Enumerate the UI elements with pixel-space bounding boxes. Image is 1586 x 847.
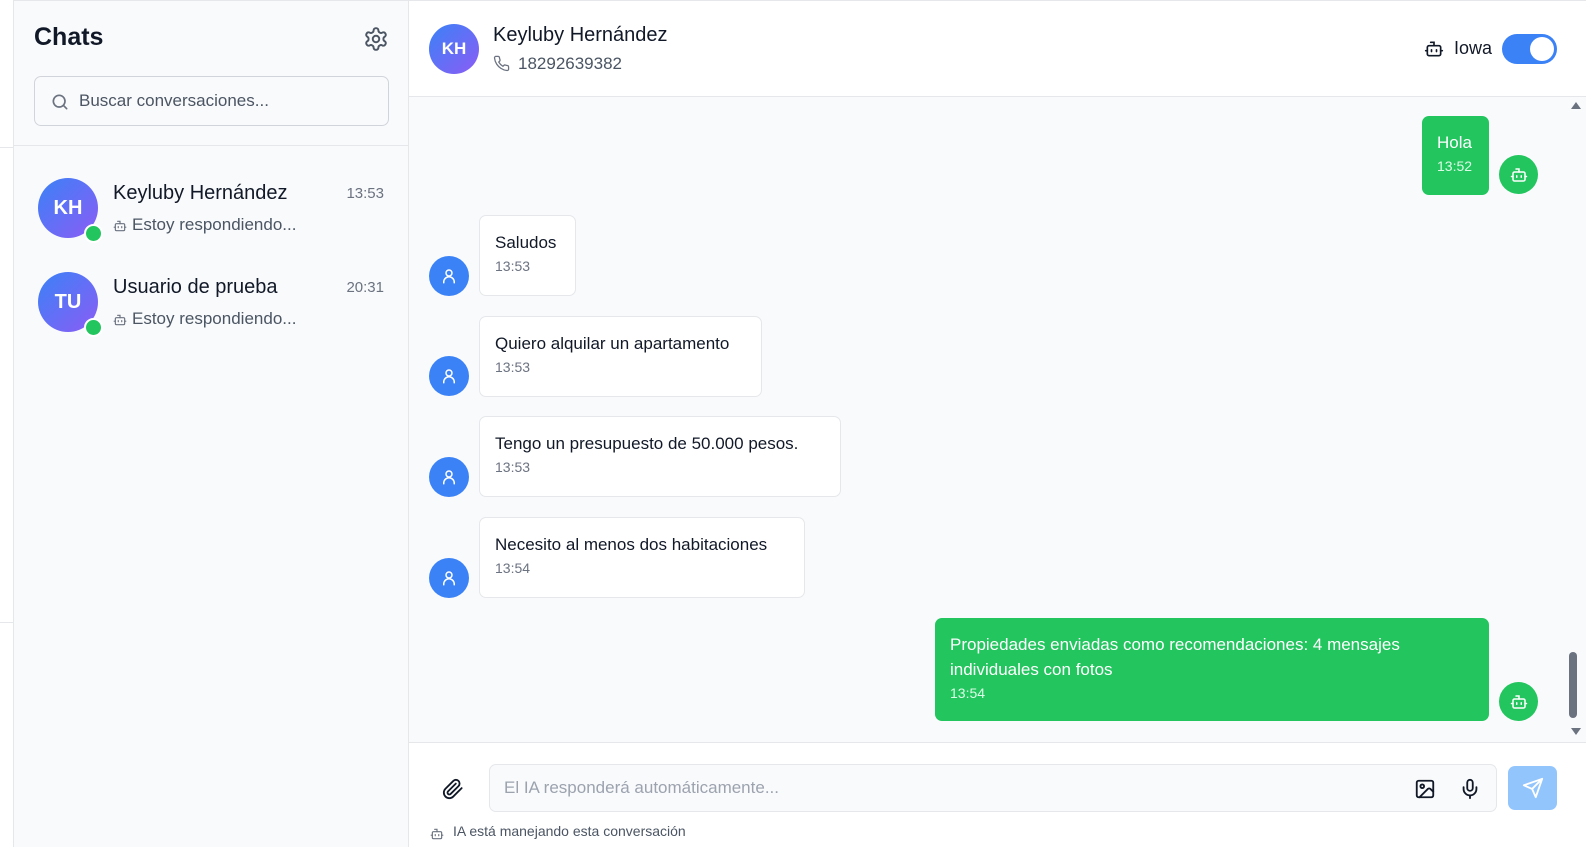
message-text: Tengo un presupuesto de 50.000 pesos. [495, 434, 799, 453]
bot-icon [430, 827, 444, 841]
bot-avatar [1499, 682, 1538, 721]
conversation-preview: Estoy respondiendo... [132, 309, 297, 328]
left-edge-panel [0, 0, 14, 847]
user-icon [440, 267, 458, 285]
user-avatar [429, 558, 469, 598]
incoming-message: Quiero alquilar un apartamento 13:53 [479, 316, 762, 397]
user-icon [440, 367, 458, 385]
chat-panel: KH Keyluby Hernández 18292639382 Iowa Ho… [409, 0, 1586, 847]
bot-icon [113, 313, 127, 327]
message-composer: IA está manejando esta conversación [409, 742, 1586, 847]
toggle-knob [1530, 37, 1554, 61]
search-box [34, 76, 389, 126]
bot-icon [113, 219, 127, 233]
incoming-message: Tengo un presupuesto de 50.000 pesos. 13… [479, 416, 841, 497]
conversation-name: Usuario de prueba [113, 276, 278, 298]
send-icon [1522, 777, 1544, 799]
paperclip-icon[interactable] [442, 778, 464, 800]
user-avatar [429, 457, 469, 497]
message-text: Necesito al menos dos habitaciones [495, 535, 768, 554]
conversation-time: 20:31 [346, 279, 384, 296]
send-button[interactable] [1508, 766, 1557, 810]
ai-toggle-switch[interactable] [1502, 34, 1557, 64]
message-text: Propiedades enviadas como recomendacione… [950, 635, 1400, 679]
outgoing-message: Propiedades enviadas como recomendacione… [935, 618, 1489, 721]
user-icon [440, 468, 458, 486]
message-time: 13:53 [495, 359, 531, 375]
chat-header: KH Keyluby Hernández 18292639382 Iowa [409, 1, 1586, 97]
edge-divider [0, 147, 13, 148]
mic-icon[interactable] [1459, 778, 1481, 800]
edge-divider [0, 622, 13, 623]
incoming-message: Necesito al menos dos habitaciones 13:54 [479, 517, 805, 598]
search-input[interactable] [79, 77, 379, 125]
message-list: Hola 13:52 Saludos 13:53 Quiero alquilar… [409, 97, 1586, 742]
message-text: Saludos [495, 233, 557, 252]
bot-avatar [1499, 155, 1538, 194]
message-scrollbar[interactable] [1560, 97, 1586, 742]
contact-name: Keyluby Hernández [493, 24, 668, 46]
conversation-item[interactable]: KH Keyluby Hernández 13:53 Estoy respond… [14, 153, 409, 247]
search-icon [50, 92, 70, 112]
scroll-thumb[interactable] [1569, 652, 1577, 718]
conversation-preview: Estoy respondiendo... [132, 215, 297, 234]
message-time: 13:53 [495, 258, 531, 274]
user-avatar [429, 356, 469, 396]
image-icon[interactable] [1414, 778, 1436, 800]
sidebar-header: Chats [14, 1, 409, 146]
online-indicator [84, 224, 103, 243]
sidebar-title: Chats [34, 23, 104, 51]
message-text: Hola [1437, 133, 1472, 152]
scroll-up-arrow-icon[interactable] [1571, 102, 1581, 109]
phone-icon [493, 55, 510, 72]
message-time: 13:54 [495, 560, 531, 576]
message-text: Quiero alquilar un apartamento [495, 334, 730, 353]
ai-toggle-label: Iowa [1454, 38, 1493, 58]
app-window: Chats KH Keyluby Hernández 13:53 [0, 0, 1586, 847]
bot-icon [1424, 39, 1444, 59]
message-input-box [489, 764, 1497, 812]
ai-status-note: IA está manejando esta conversación [453, 823, 686, 839]
scroll-down-arrow-icon[interactable] [1571, 728, 1581, 735]
bot-icon [1510, 166, 1528, 184]
user-icon [440, 569, 458, 587]
message-time: 13:52 [1437, 158, 1473, 174]
incoming-message: Saludos 13:53 [479, 215, 576, 296]
contact-phone: 18292639382 [518, 54, 623, 73]
message-time: 13:54 [950, 685, 986, 701]
chat-list-sidebar: Chats KH Keyluby Hernández 13:53 [14, 0, 409, 847]
outgoing-message: Hola 13:52 [1422, 116, 1489, 195]
contact-avatar: KH [429, 24, 479, 74]
gear-icon[interactable] [363, 26, 389, 52]
bot-icon [1510, 693, 1528, 711]
online-indicator [84, 318, 103, 337]
message-input[interactable] [504, 765, 1384, 811]
conversation-item[interactable]: TU Usuario de prueba 20:31 Estoy respond… [14, 247, 409, 341]
conversation-name: Keyluby Hernández [113, 182, 288, 204]
message-time: 13:53 [495, 459, 531, 475]
user-avatar [429, 256, 469, 296]
conversation-time: 13:53 [346, 185, 384, 202]
